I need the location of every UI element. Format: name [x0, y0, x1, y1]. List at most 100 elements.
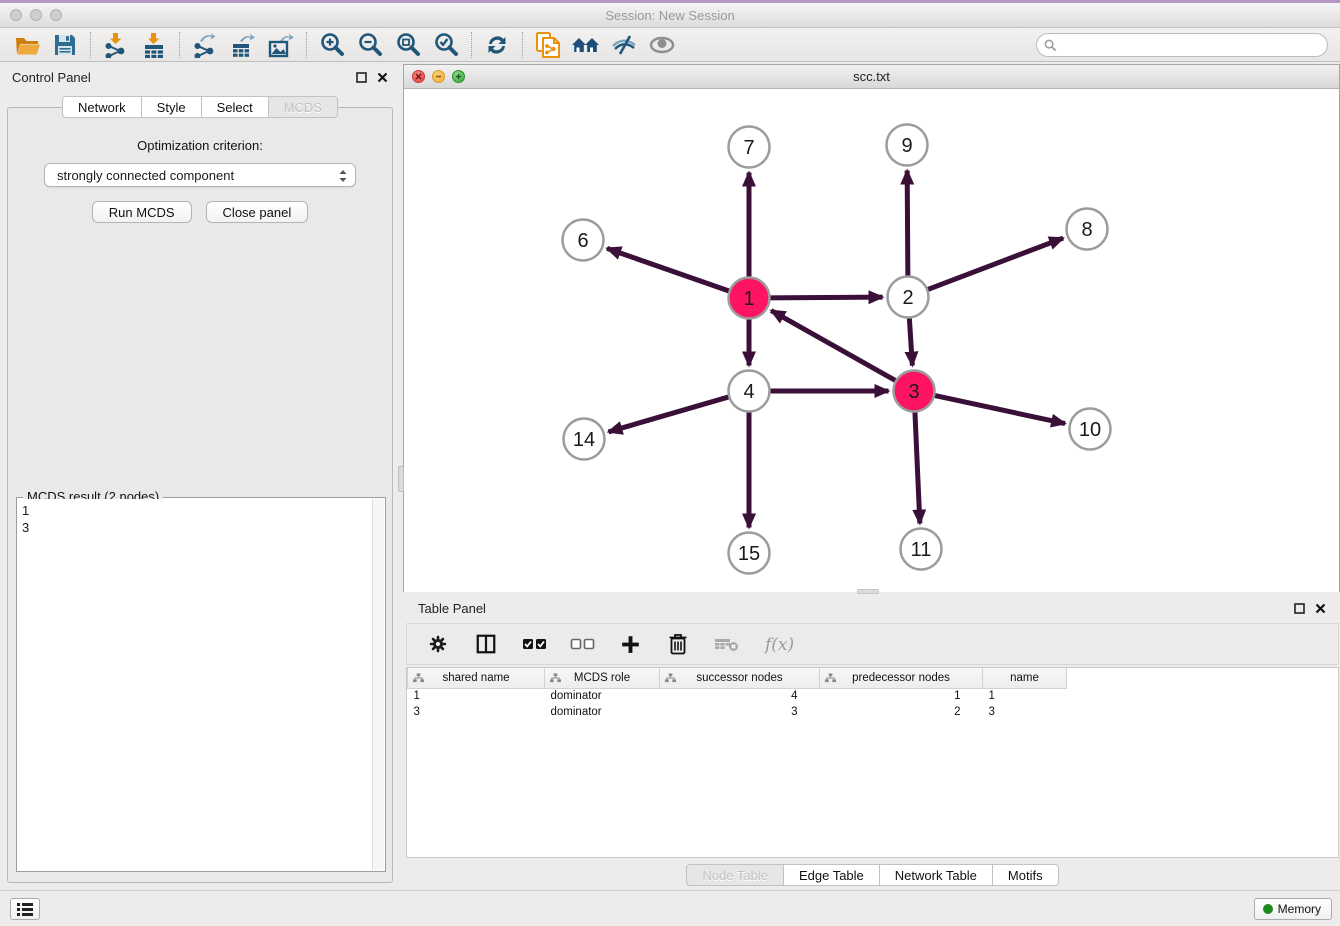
save-icon: [53, 33, 77, 57]
table-cell: 1: [983, 688, 1067, 704]
control-panel: Control Panel NetworkStyleSelectMCDS Opt…: [0, 62, 400, 890]
table-tab-network-table[interactable]: Network Table: [880, 864, 993, 886]
search-input[interactable]: [1061, 35, 1327, 55]
optimization-criterion-select[interactable]: strongly connected component: [44, 163, 356, 187]
node-table: shared name MCDS role successor nodes prede…: [407, 668, 1067, 720]
column-header-MCDS-role[interactable]: MCDS role: [545, 668, 660, 688]
network-view-window: scc.txt 7968124314101511: [403, 64, 1340, 592]
close-panel-button[interactable]: Close panel: [206, 201, 309, 223]
table-settings-button[interactable]: [425, 631, 451, 657]
table-tab-node-table[interactable]: Node Table: [686, 864, 784, 886]
table-row[interactable]: 3dominator323: [408, 704, 1067, 720]
search-field[interactable]: [1036, 33, 1328, 57]
export-table-icon: [230, 32, 256, 58]
graph-edge-3-1[interactable]: [771, 311, 898, 382]
zoom-in-button[interactable]: [313, 30, 351, 60]
show-columns-button[interactable]: [473, 631, 499, 657]
table-cell: 3: [660, 704, 820, 720]
open-session-button[interactable]: [8, 30, 46, 60]
control-tab-network[interactable]: Network: [62, 96, 142, 118]
import-network-button[interactable]: [97, 30, 135, 60]
export-image-icon: [268, 32, 295, 58]
table-panel: Table Panel: [405, 595, 1340, 890]
memory-status-dot: [1263, 904, 1273, 914]
network-canvas[interactable]: 7968124314101511: [404, 89, 1339, 592]
close-panel-icon[interactable]: [1315, 603, 1326, 614]
column-header-label: successor nodes: [696, 672, 782, 684]
deselect-all-button[interactable]: [569, 631, 595, 657]
memory-button[interactable]: Memory: [1254, 898, 1332, 920]
control-tab-select[interactable]: Select: [202, 96, 269, 118]
float-panel-icon[interactable]: [1294, 603, 1305, 614]
panel-splitter-grip[interactable]: [398, 466, 404, 492]
control-tab-style[interactable]: Style: [142, 96, 202, 118]
float-panel-icon[interactable]: [356, 72, 367, 83]
graph-edge-3-11[interactable]: [915, 409, 920, 523]
column-header-successor-nodes[interactable]: successor nodes: [660, 668, 820, 688]
save-session-button[interactable]: [46, 30, 84, 60]
result-scrollbar[interactable]: [372, 499, 384, 870]
graph-edge-3-10[interactable]: [932, 395, 1065, 424]
zoom-out-button[interactable]: [351, 30, 389, 60]
graph-node-label: 15: [738, 543, 760, 565]
delete-table-button-disabled: [713, 631, 739, 657]
trash-icon: [668, 633, 688, 655]
close-panel-icon[interactable]: [377, 72, 388, 83]
show-all-networks-button[interactable]: [567, 30, 605, 60]
column-header-predecessor-nodes[interactable]: predecessor nodes: [820, 668, 983, 688]
window-title: Session: New Session: [0, 8, 1340, 23]
toolbar-separator: [90, 32, 91, 58]
table-row[interactable]: 1dominator411: [408, 688, 1067, 704]
graph-edge-4-14[interactable]: [608, 396, 731, 432]
graph-edge-1-6[interactable]: [607, 248, 731, 291]
status-bar: Memory: [0, 890, 1340, 926]
export-image-button[interactable]: [262, 30, 300, 60]
run-mcds-button[interactable]: Run MCDS: [92, 201, 192, 223]
table-cell: 3: [983, 704, 1067, 720]
new-network-from-selection-button[interactable]: [529, 30, 567, 60]
table-tab-edge-table[interactable]: Edge Table: [784, 864, 880, 886]
zoom-selected-button[interactable]: [427, 30, 465, 60]
eye-slash-icon: [611, 33, 638, 57]
table-tab-motifs[interactable]: Motifs: [993, 864, 1059, 886]
search-icon: [1044, 39, 1057, 52]
graph-edge-2-8[interactable]: [925, 238, 1063, 290]
hierarchy-icon: [413, 673, 424, 683]
fx-icon: f(x): [763, 632, 799, 656]
graph-node-label: 4: [743, 381, 754, 403]
homes-icon: [571, 33, 601, 57]
mcds-result-box: MCDS result (2 nodes) 1 3: [16, 497, 386, 872]
graph-node-label: 9: [901, 135, 912, 157]
apply-layout-button[interactable]: [478, 30, 516, 60]
control-tab-mcds[interactable]: MCDS: [269, 96, 338, 118]
graph-edge-1-2[interactable]: [767, 297, 882, 298]
graph-node-label: 10: [1079, 419, 1101, 441]
horizontal-splitter-grip[interactable]: [857, 589, 879, 594]
graph-edge-2-9[interactable]: [907, 170, 908, 278]
export-network-icon: [192, 32, 218, 58]
delete-column-button[interactable]: [665, 631, 691, 657]
node-table-container: shared name MCDS role successor nodes prede…: [406, 667, 1339, 858]
open-folder-icon: [14, 33, 41, 57]
column-header-name[interactable]: name: [983, 668, 1067, 688]
select-all-button[interactable]: [521, 631, 547, 657]
import-network-icon: [103, 32, 129, 58]
column-header-label: name: [1010, 672, 1039, 684]
column-header-label: shared name: [442, 672, 509, 684]
export-network-button[interactable]: [186, 30, 224, 60]
column-header-shared-name[interactable]: shared name: [408, 668, 545, 688]
inactive-eye-button[interactable]: [643, 30, 681, 60]
zoom-selected-icon: [433, 32, 459, 58]
table-cell: 1: [820, 688, 983, 704]
graph-node-label: 6: [577, 230, 588, 252]
graph-edge-2-3[interactable]: [909, 315, 912, 365]
export-table-button[interactable]: [224, 30, 262, 60]
task-history-button[interactable]: [10, 898, 40, 920]
main-toolbar: [0, 28, 1340, 62]
zoom-fit-button[interactable]: [389, 30, 427, 60]
network-document-icon: [534, 31, 562, 59]
mcds-result-text[interactable]: 1 3: [18, 499, 372, 870]
hide-panel-button[interactable]: [605, 30, 643, 60]
add-column-button[interactable]: [617, 631, 643, 657]
import-table-button[interactable]: [135, 30, 173, 60]
